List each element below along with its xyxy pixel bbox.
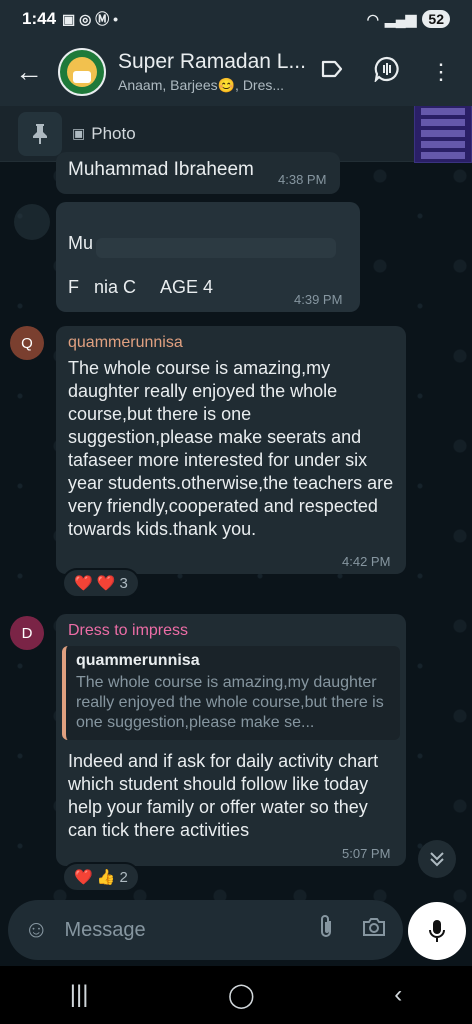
quoted-message[interactable]: quammerunnisa The whole course is amazin… [62,646,400,740]
message-text: Indeed and if ask for daily activity cha… [68,751,379,840]
signal-icon: ▂▄▆ [384,10,417,27]
double-chevron-down-icon [430,852,444,867]
reaction-count: 3 [119,574,128,592]
blurred-region [96,238,336,258]
message-text-line: F nia C AGE 4 [68,277,214,297]
pin-icon [18,111,62,156]
mic-button[interactable] [408,902,466,960]
message-time: 4:39 PM [294,292,343,307]
message-bubble[interactable]: Muhammad Ibraheem 4:38 PM [56,152,340,194]
sender-avatar[interactable]: Q [10,326,44,360]
status-time: 1:44 [22,9,57,28]
group-title: Super Ramadan L... [118,50,306,73]
quote-text: The whole course is amazing,my daughter … [76,674,384,731]
recent-apps-icon[interactable]: ||| [70,981,89,1009]
chat-header: ← Super Ramadan L... Anaam, Barjees😊, Dr… [0,38,472,106]
message-input[interactable]: Message [65,919,291,942]
sender-avatar[interactable]: D [10,616,44,650]
label-icon[interactable] [320,59,344,85]
group-info[interactable]: Super Ramadan L... Anaam, Barjees😊, Dres… [118,50,318,94]
scroll-down-button[interactable] [418,840,456,878]
battery-indicator: 52 [422,10,450,28]
message-bubble[interactable]: Dress to impress quammerunnisa The whole… [56,614,406,866]
camera-icon[interactable] [361,916,387,944]
reaction-count: 2 [119,868,128,886]
quote-author: quammerunnisa [76,652,200,669]
voice-chat-icon[interactable] [374,56,400,88]
back-nav-icon[interactable]: ‹ [394,981,402,1009]
obscured-avatar [14,204,50,240]
message-time: 4:42 PM [342,554,391,569]
reactions-pill[interactable]: ❤️ 👍 2 [62,862,140,892]
sender-name[interactable]: Dress to impress [68,622,188,640]
sender-name[interactable]: quammerunnisa [68,334,183,352]
reaction-emojis: ❤️ 👍 [74,869,116,886]
message-bubble[interactable]: quammerunnisa The whole course is amazin… [56,326,406,574]
attachment-icon[interactable] [317,914,335,946]
notification-icons: ▣ ◎ Ⓜ • [62,11,119,27]
status-bar: 1:44 ▣ ◎ Ⓜ • ◠ ▂▄▆ 52 [0,0,472,38]
message-text: The whole course is amazing,my daughter … [68,358,394,539]
sticker-icon[interactable]: ☺ [24,916,49,944]
message-time: 5:07 PM [342,846,391,861]
system-nav-bar: ||| ◯ ‹ [0,966,472,1024]
group-members: Anaam, Barjees😊, Dres... [118,77,285,93]
message-composer[interactable]: ☺ Message [8,900,403,960]
group-avatar[interactable] [58,48,106,96]
message-time: 4:38 PM [278,172,327,187]
reaction-emojis: ❤️ ❤️ [74,575,116,592]
reactions-pill[interactable]: ❤️ ❤️ 3 [62,568,140,598]
photo-icon: ▣ [72,125,86,141]
mic-icon [429,920,445,942]
more-options-icon[interactable]: ⋮ [430,59,452,85]
pinned-thumbnail[interactable] [414,106,472,163]
chat-area[interactable]: ▣ Photo Muhammad Ibraheem 4:38 PM Mu F n… [0,106,472,964]
message-text-line: Mu [68,233,94,253]
back-arrow-icon[interactable]: ← [0,56,58,88]
message-text: Muhammad Ibraheem [68,159,254,180]
message-bubble[interactable]: Mu F nia C AGE 4 4:39 PM [56,202,360,312]
pinned-label: Photo [91,123,136,143]
home-icon[interactable]: ◯ [228,981,255,1010]
wifi-icon: ◠ [366,10,379,27]
